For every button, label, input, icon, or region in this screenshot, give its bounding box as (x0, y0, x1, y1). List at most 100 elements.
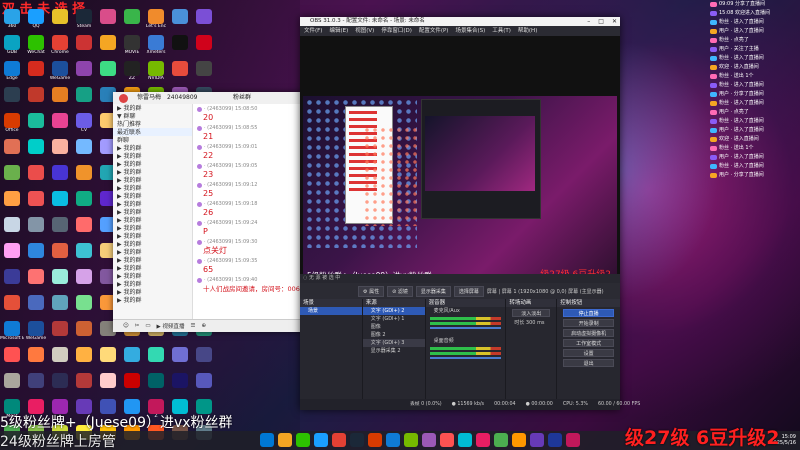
desktop-icon[interactable] (96, 346, 120, 372)
desktop-icon[interactable]: WeGame (48, 60, 72, 86)
desktop-icon[interactable] (48, 242, 72, 268)
group-list-item[interactable]: ▶ 我的群 (113, 184, 192, 192)
taskbar-app-icon[interactable] (440, 433, 454, 447)
user-avatar-icon[interactable] (197, 278, 202, 283)
taskbar-app-icon[interactable] (530, 433, 544, 447)
desktop-icon[interactable] (24, 268, 48, 294)
transition-duration[interactable]: 时长 300 ms (506, 319, 556, 327)
desktop-icon[interactable] (120, 8, 144, 34)
taskbar-app-icon[interactable] (422, 433, 436, 447)
group-list-item[interactable]: ▶ 我的群 (113, 200, 192, 208)
group-list-item[interactable]: ▶ 我的群 (113, 152, 192, 160)
menu-item[interactable]: 文件(F) (304, 26, 322, 36)
desktop-icon[interactable]: GDB (0, 34, 24, 60)
desktop-icon[interactable] (72, 242, 96, 268)
menu-item[interactable]: 视图(V) (355, 26, 374, 36)
source-item[interactable]: 图像 2 (363, 331, 425, 339)
desktop-icon[interactable]: Xmeters (144, 34, 168, 60)
group-list-item[interactable]: ▶ 我的群 (113, 192, 192, 200)
taskbar-app-icon[interactable] (332, 433, 346, 447)
desktop-icon[interactable] (48, 320, 72, 346)
desktop-icon[interactable] (168, 60, 192, 86)
maximize-icon[interactable]: □ (598, 17, 604, 26)
desktop-icon[interactable]: Let's Enc (144, 8, 168, 34)
taskbar-app-icon[interactable] (458, 433, 472, 447)
desktop-icon[interactable] (48, 164, 72, 190)
desktop-icon[interactable]: WeGame (24, 320, 48, 346)
desktop-icon[interactable]: MOVIE (120, 34, 144, 60)
obs-preview[interactable]: 5级粉丝群+（Juese09）进vx粉丝群 级27级 6豆升级2 (300, 36, 620, 286)
transition-select[interactable]: 淡入淡出 (512, 309, 551, 317)
mic-volume-slider[interactable] (429, 327, 502, 329)
group-list-item[interactable]: ▶ 我的群 (113, 160, 192, 168)
group-list-item[interactable]: ▼ 群聊 (113, 112, 192, 120)
taskbar-app-icon[interactable] (386, 433, 400, 447)
desktop-icon[interactable] (24, 346, 48, 372)
desktop-icon[interactable] (0, 268, 24, 294)
desktop-icon[interactable] (72, 34, 96, 60)
scenes-dock[interactable]: 场景 场景 (300, 299, 362, 399)
desktop-icon[interactable] (192, 346, 216, 372)
control-button[interactable]: 停止直播 (563, 309, 614, 317)
group-list-item[interactable]: ▶ 我的群 (113, 168, 192, 176)
controls-dock[interactable]: 控制按钮 停止直播 开始录制 启动虚拟摄像机 工作室模式 设置 退出 (557, 299, 620, 399)
desktop-icon[interactable] (48, 372, 72, 398)
menu-item[interactable]: 停靠窗口(D) (381, 26, 412, 36)
chat-tool-button[interactable]: ☺ (123, 323, 129, 329)
group-list-item[interactable]: ▶ 我的群 (113, 272, 192, 280)
group-list-item[interactable]: ▶ 我的群 (113, 240, 192, 248)
desktop-icon[interactable] (0, 346, 24, 372)
desktop-icon[interactable] (0, 190, 24, 216)
desktop-icon[interactable] (48, 294, 72, 320)
chat-group-list[interactable]: ▶ 我的群 ▼ 群聊 热门推荐 最近联系 群聊 ▶ 我的群 ▶ 我的群 ▶ 我的… (113, 104, 193, 319)
desktop-icon[interactable] (24, 164, 48, 190)
taskbar-app-icon[interactable] (494, 433, 508, 447)
user-avatar-icon[interactable] (197, 126, 202, 131)
group-list-item[interactable]: 群聊 (113, 136, 192, 144)
user-avatar-icon[interactable] (197, 145, 202, 150)
desktop-icon[interactable] (24, 242, 48, 268)
chat-window[interactable]: 惊雷马梅 24049809 粉丝群 ▶ 我的群 ▼ 群聊 热门推荐 最近联系 群… (113, 92, 308, 332)
user-avatar-icon[interactable] (197, 183, 202, 188)
transitions-dock[interactable]: 转场动画 淡入淡出 时长 300 ms (506, 299, 557, 399)
group-list-item[interactable]: 热门推荐 (113, 120, 192, 128)
control-button[interactable]: 工作室模式 (563, 339, 614, 347)
source-item[interactable]: 文字 (GDI+) 3 (362, 339, 425, 347)
desktop-icon[interactable]: Microsoft Edge (0, 320, 24, 346)
desktop-icon[interactable] (168, 372, 192, 398)
desktop-icon[interactable] (96, 8, 120, 34)
desktop-icon[interactable] (96, 34, 120, 60)
desktop-icon[interactable] (96, 372, 120, 398)
desktop-icon[interactable] (120, 346, 144, 372)
source-toolbar-button[interactable]: ⚙ 属性 (358, 285, 385, 297)
close-icon[interactable]: ✕ (612, 17, 617, 26)
desktop-icon[interactable]: NVIDIA (144, 60, 168, 86)
source-item[interactable]: 文字 (GDI+) 2 (362, 307, 425, 315)
group-list-item[interactable]: ▶ 我的群 (113, 216, 192, 224)
desktop-icon[interactable] (72, 346, 96, 372)
sources-dock[interactable]: 来源 文字 (GDI+) 2 文字 (GDI+) 1 图像 图像 2 文字 (GDI+)… (362, 299, 425, 399)
control-button[interactable]: 启动虚拟摄像机 (563, 329, 614, 337)
desktop-icon[interactable] (0, 216, 24, 242)
menu-item[interactable]: 配置文件(P) (419, 26, 449, 36)
desktop-icon[interactable]: Chrome (48, 34, 72, 60)
group-list-item[interactable]: ▶ 我的群 (113, 232, 192, 240)
desktop-icon[interactable] (0, 372, 24, 398)
desktop-icon[interactable] (192, 34, 216, 60)
group-list-item[interactable]: 最近联系 (113, 128, 192, 136)
desktop-icon[interactable]: 360 (0, 8, 24, 34)
taskbar-app-icon[interactable] (548, 433, 562, 447)
desktop-icon[interactable] (24, 190, 48, 216)
source-toolbar-button[interactable]: 选择屏幕 (453, 285, 484, 297)
taskbar-app-icon[interactable] (476, 433, 490, 447)
desktop-icon[interactable] (72, 86, 96, 112)
taskbar-app-icon[interactable] (314, 433, 328, 447)
desktop-icon[interactable]: ZZ (120, 60, 144, 86)
taskbar-app-icon[interactable] (278, 433, 292, 447)
desktop-icon[interactable] (168, 34, 192, 60)
desktop-icon[interactable] (192, 8, 216, 34)
avatar[interactable] (119, 94, 128, 103)
desktop-icon[interactable]: Office (0, 112, 24, 138)
desktop-icon[interactable] (192, 60, 216, 86)
desktop-icon[interactable]: Steam (72, 8, 96, 34)
